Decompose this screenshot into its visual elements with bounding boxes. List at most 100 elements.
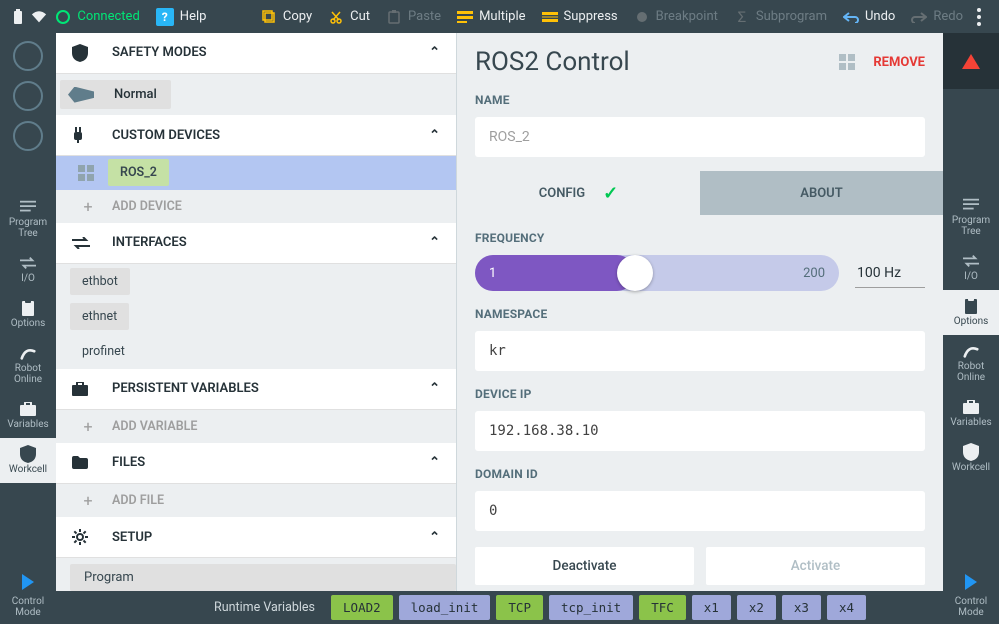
section-persistent-vars[interactable]: PERSISTENT VARIABLES ⌃ <box>56 369 456 410</box>
tree-node-ros2[interactable]: ROS_2 <box>56 156 456 189</box>
section-safety-modes[interactable]: SAFETY MODES ⌃ <box>56 33 456 74</box>
kebab-icon <box>977 8 981 26</box>
rail-options[interactable]: Options <box>0 292 56 337</box>
rail-robot-online-r[interactable]: Robot Online <box>943 335 999 391</box>
runtime-chip[interactable]: LOAD2 <box>331 595 393 620</box>
section-files[interactable]: FILES ⌃ <box>56 443 456 484</box>
runtime-chip[interactable]: tcp_init <box>549 595 633 620</box>
rail-workcell[interactable]: Workcell <box>0 438 56 483</box>
name-label: NAME <box>475 93 925 107</box>
briefcase-icon <box>72 382 92 396</box>
mode-icon <box>68 87 94 103</box>
namespace-input[interactable] <box>475 331 925 371</box>
rail-label: Options <box>954 316 989 327</box>
section-custom-devices[interactable]: CUSTOM DEVICES ⌃ <box>56 115 456 156</box>
chevron-up-icon: ⌃ <box>429 455 440 470</box>
rail-variables-r[interactable]: Variables <box>943 391 999 436</box>
section-label: CUSTOM DEVICES <box>112 128 220 143</box>
rail-program-tree[interactable]: Program Tree <box>0 191 56 247</box>
sigma-icon: Σ <box>734 9 750 25</box>
tab-about[interactable]: ABOUT <box>700 171 943 215</box>
section-setup[interactable]: SETUP ⌃ <box>56 517 456 558</box>
tree-node-normal[interactable]: Normal <box>60 80 171 110</box>
breakpoint-label: Breakpoint <box>656 9 718 24</box>
status-circle <box>13 81 43 111</box>
tab-config[interactable]: CONFIG ✓ <box>457 171 700 215</box>
frequency-slider[interactable]: 1 200 <box>475 255 839 291</box>
chevron-up-icon: ⌃ <box>429 45 440 60</box>
briefcase-icon <box>20 401 36 417</box>
rail-label: Variables <box>7 419 48 430</box>
runtime-chip[interactable]: x3 <box>782 595 821 620</box>
left-rail: Program Tree I/O Options Robot Online Va… <box>0 33 56 624</box>
rail-program-tree-r[interactable]: Program Tree <box>943 189 999 245</box>
rail-variables[interactable]: Variables <box>0 393 56 438</box>
gear-icon <box>72 529 92 545</box>
add-label: ADD DEVICE <box>112 199 182 214</box>
help-icon: ? <box>156 8 174 26</box>
chevron-up-icon: ⌃ <box>429 530 440 545</box>
rail-options-r[interactable]: Options <box>943 290 999 335</box>
frequency-label: FREQUENCY <box>475 231 925 245</box>
redo-button[interactable]: Redo <box>911 9 963 25</box>
breakpoint-icon <box>634 9 650 25</box>
runtime-chip[interactable]: x1 <box>692 595 731 620</box>
runtime-chip[interactable]: TCP <box>496 595 543 620</box>
runtime-chip[interactable]: TFC <box>639 595 686 620</box>
multiple-button[interactable]: Multiple <box>457 9 525 25</box>
activate-button[interactable]: Activate <box>706 547 925 585</box>
slider-thumb[interactable] <box>617 255 653 291</box>
add-variable-button[interactable]: + ADD VARIABLE <box>56 410 456 443</box>
rail-label: Control Mode <box>955 596 987 618</box>
rail-io[interactable]: I/O <box>0 247 56 292</box>
undo-button[interactable]: Undo <box>843 9 895 25</box>
robot-arm-icon <box>963 343 979 359</box>
iface-profinet[interactable]: profinet <box>70 338 137 365</box>
copy-label: Copy <box>283 9 312 24</box>
overflow-menu-button[interactable] <box>977 8 981 26</box>
remove-button[interactable]: REMOVE <box>873 55 925 70</box>
cut-button[interactable]: Cut <box>328 9 370 25</box>
clipboard-icon <box>963 298 979 314</box>
rail-control-mode-r[interactable]: Control Mode <box>943 564 999 624</box>
rail-io-r[interactable]: I/O <box>943 245 999 290</box>
copy-button[interactable]: Copy <box>261 9 312 25</box>
rail-alert[interactable] <box>943 33 999 89</box>
suppress-button[interactable]: Suppress <box>542 9 618 25</box>
runtime-chip[interactable]: x2 <box>737 595 776 620</box>
rail-workcell-r[interactable]: Workcell <box>943 436 999 481</box>
redo-label: Redo <box>933 9 963 24</box>
rail-robot-online[interactable]: Robot Online <box>0 337 56 393</box>
device-ip-input[interactable] <box>475 411 925 451</box>
breakpoint-button[interactable]: Breakpoint <box>634 9 718 25</box>
tab-label: CONFIG <box>539 186 585 201</box>
details-tabs: CONFIG ✓ ABOUT <box>457 171 943 215</box>
multiple-icon <box>457 9 473 25</box>
iface-ethbot[interactable]: ethbot <box>70 268 130 295</box>
dashboard-icon[interactable] <box>839 54 857 70</box>
section-interfaces[interactable]: INTERFACES ⌃ <box>56 223 456 264</box>
deactivate-button[interactable]: Deactivate <box>475 547 694 585</box>
action-buttons: Deactivate Activate <box>475 547 925 585</box>
frequency-value[interactable]: 100 Hz <box>855 259 925 288</box>
iface-ethnet[interactable]: ethnet <box>70 303 129 330</box>
runtime-label: Runtime Variables <box>214 600 315 615</box>
play-icon <box>965 574 977 590</box>
rail-control-mode[interactable]: Control Mode <box>0 564 56 624</box>
setup-program-chip[interactable]: Program <box>70 564 456 591</box>
section-label: FILES <box>112 455 145 470</box>
add-file-button[interactable]: + ADD FILE <box>56 484 456 517</box>
slider-min: 1 <box>489 266 496 281</box>
subprogram-button[interactable]: Σ Subprogram <box>734 9 827 25</box>
connection-status[interactable]: Connected <box>55 9 139 25</box>
domain-id-input[interactable] <box>475 491 925 531</box>
help-button[interactable]: ? Help <box>156 8 207 26</box>
runtime-chip[interactable]: load_init <box>399 595 491 620</box>
rail-label: I/O <box>21 273 35 284</box>
section-label: SAFETY MODES <box>112 45 207 60</box>
connected-icon <box>55 9 71 25</box>
runtime-chip[interactable]: x4 <box>827 595 866 620</box>
paste-button[interactable]: Paste <box>386 9 441 25</box>
add-device-button[interactable]: + ADD DEVICE <box>56 190 456 223</box>
name-input[interactable] <box>475 117 925 157</box>
